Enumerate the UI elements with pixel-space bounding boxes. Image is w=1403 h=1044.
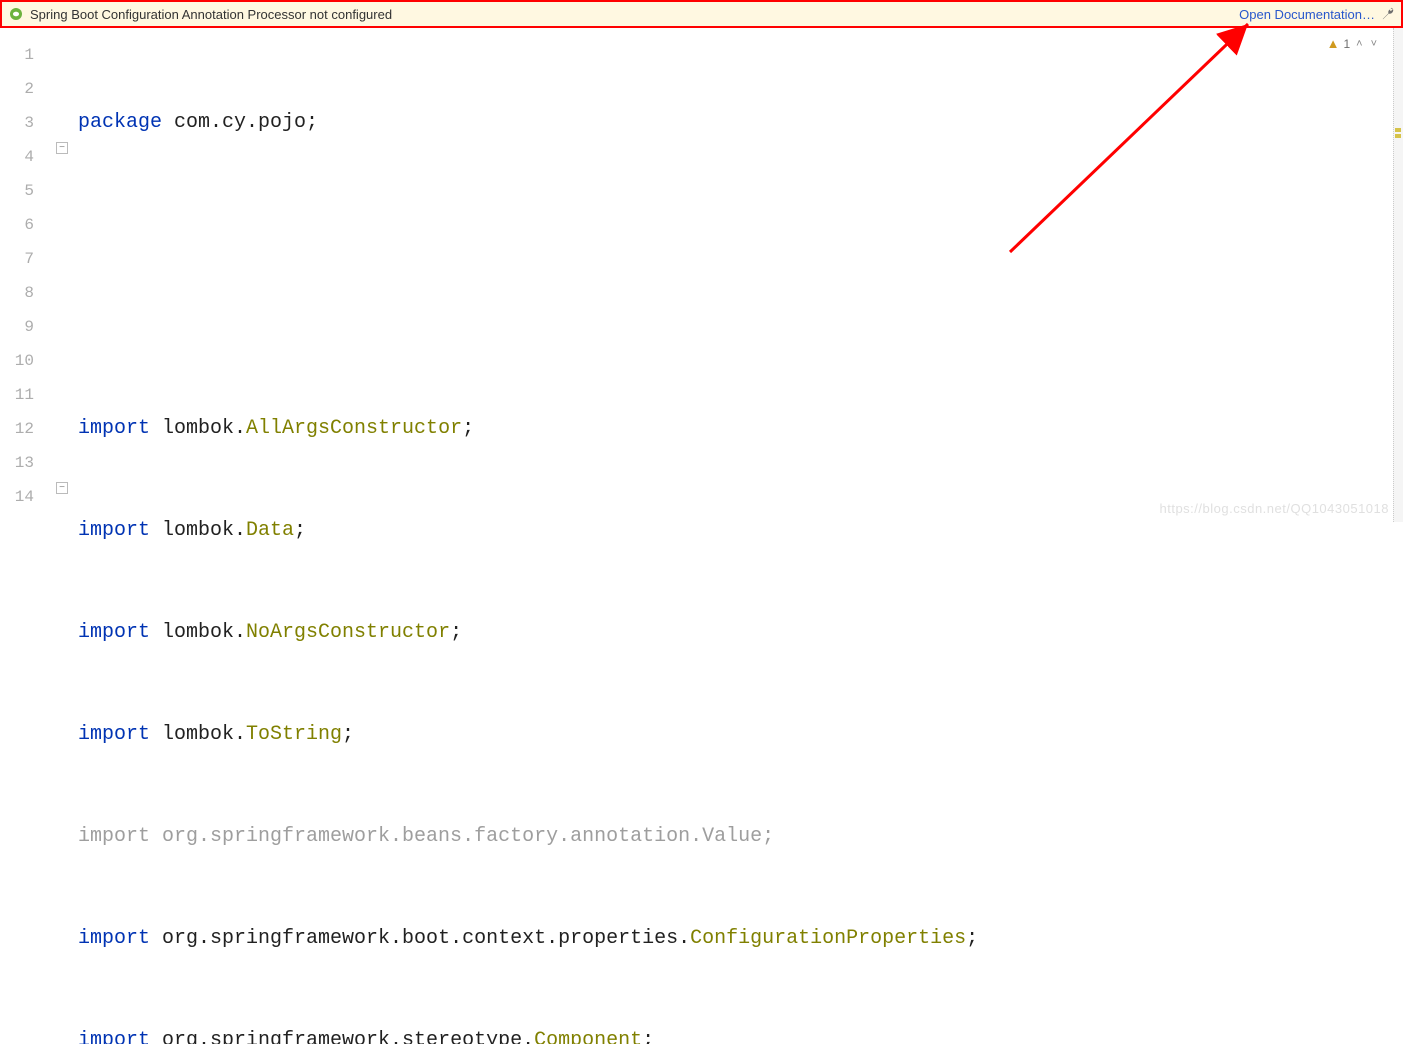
notification-text: Spring Boot Configuration Annotation Pro… [30,7,1239,22]
code-line: import lombok.AllArgsConstructor; [78,412,1403,446]
line-number: 13 [0,446,52,480]
wrench-icon[interactable] [1381,7,1395,21]
watermark-text: https://blog.csdn.net/QQ1043051018 [1160,501,1390,516]
code-area[interactable]: package com.cy.pojo; import lombok.AllAr… [78,28,1403,522]
chevron-up-icon[interactable]: ˄ [1354,38,1364,50]
fold-gutter: − − [52,28,78,522]
line-number: 6 [0,208,52,242]
error-stripe[interactable] [1393,28,1403,522]
code-line: import org.springframework.boot.context.… [78,922,1403,956]
code-line [78,208,1403,242]
line-number: 5 [0,174,52,208]
line-number: 14 [0,480,52,514]
spring-icon [8,6,24,22]
line-number: 11 [0,378,52,412]
code-line: import org.springframework.beans.factory… [78,820,1403,854]
line-number: 12 [0,412,52,446]
code-line: import lombok.NoArgsConstructor; [78,616,1403,650]
line-number: 2 [0,72,52,106]
fold-marker-icon[interactable]: − [56,482,68,494]
inspection-badge[interactable]: ▲ 1 ˄ ˅ [1327,36,1379,51]
code-line: import lombok.Data; [78,514,1403,548]
warning-count: 1 [1343,37,1350,51]
code-line: import org.springframework.stereotype.Co… [78,1024,1403,1044]
stripe-marker[interactable] [1395,128,1401,132]
line-number: 4 [0,140,52,174]
line-number-gutter: 1 2 3 4 5 6 7 8 9 10 11 12 13 14 [0,28,52,522]
line-number: 1 [0,38,52,72]
line-number: 7 [0,242,52,276]
code-line [78,310,1403,344]
line-number: 3 [0,106,52,140]
line-number: 8 [0,276,52,310]
stripe-marker[interactable] [1395,134,1401,138]
code-line: package com.cy.pojo; [78,106,1403,140]
fold-marker-icon[interactable]: − [56,142,68,154]
line-number: 10 [0,344,52,378]
editor-area: 1 2 3 4 5 6 7 8 9 10 11 12 13 14 − − pac… [0,28,1403,522]
code-line: import lombok.ToString; [78,718,1403,752]
notification-bar: Spring Boot Configuration Annotation Pro… [0,0,1403,28]
chevron-down-icon[interactable]: ˅ [1369,38,1379,50]
line-number: 9 [0,310,52,344]
warning-triangle-icon: ▲ [1327,36,1340,51]
open-documentation-link[interactable]: Open Documentation… [1239,7,1375,22]
